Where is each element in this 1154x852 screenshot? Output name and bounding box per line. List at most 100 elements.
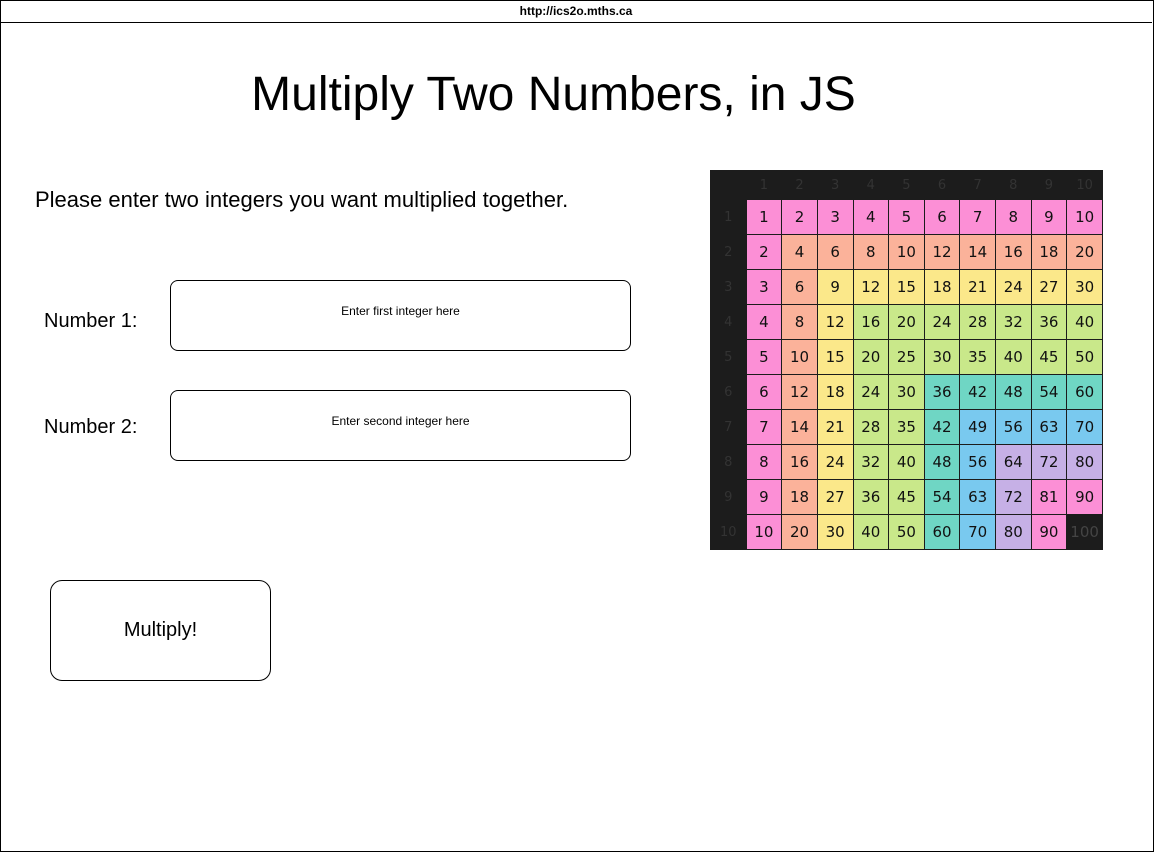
table-cell: 8 <box>852 234 890 271</box>
table-row: 1 1 2 3 4 5 6 7 8 9 10 <box>710 199 1103 236</box>
table-row: 4 4 8 12 16 20 24 28 32 36 40 <box>710 304 1103 341</box>
table-cell: 9 <box>816 269 854 306</box>
table-cell: 54 <box>1030 374 1068 411</box>
table-cell: 90 <box>1030 514 1068 550</box>
table-cell: 50 <box>888 514 925 550</box>
table-cell: 80 <box>1066 444 1103 481</box>
table-cell: 12 <box>781 374 818 411</box>
table-cell: 2 <box>781 199 818 236</box>
table-cell: 4 <box>745 304 783 341</box>
table-row-header: 8 <box>710 444 747 481</box>
table-cell: 54 <box>923 479 961 515</box>
table-cell: 4 <box>781 234 818 271</box>
table-cell: 27 <box>816 479 854 515</box>
table-cell: 40 <box>995 339 1032 376</box>
table-cell: 30 <box>923 339 961 376</box>
table-cell: 25 <box>888 339 925 376</box>
table-cell: 12 <box>923 234 961 271</box>
table-row-header: 3 <box>710 269 747 306</box>
table-column-header: 4 <box>852 170 890 201</box>
instructions-text: Please enter two integers you want multi… <box>35 187 569 212</box>
table-cell: 21 <box>816 409 854 446</box>
table-cell: 42 <box>959 374 996 411</box>
table-cell: 90 <box>1066 479 1103 515</box>
table-cell: 72 <box>995 479 1032 515</box>
table-row: 8 8 16 24 32 40 48 56 64 72 80 <box>710 444 1103 481</box>
table-cell: 24 <box>816 444 854 481</box>
table-cell: 40 <box>888 444 925 481</box>
url-bar[interactable]: http://ics2o.mths.ca <box>0 0 1152 23</box>
table-cell: 16 <box>995 234 1032 271</box>
table-cell: 36 <box>923 374 961 411</box>
table-cell: 60 <box>1066 374 1103 411</box>
table-cell: 32 <box>995 304 1032 341</box>
table-row: 9 9 18 27 36 45 54 63 72 81 90 <box>710 479 1103 515</box>
table-cell: 12 <box>816 304 854 341</box>
table-cell: 12 <box>852 269 890 306</box>
table-cell: 21 <box>959 269 996 306</box>
multiplication-table-image: 1 2 3 4 5 6 7 8 9 10 1 1 2 3 4 5 6 7 8 9 10 2 2 4 6 8 10 12 14 16 18 20… <box>710 170 1103 550</box>
table-row-header: 7 <box>710 409 747 446</box>
table-cell: 32 <box>852 444 890 481</box>
table-cell: 40 <box>852 514 890 550</box>
table-cell: 10 <box>1066 199 1103 236</box>
table-cell: 14 <box>959 234 996 271</box>
table-column-header: 8 <box>995 170 1032 201</box>
table-cell: 48 <box>923 444 961 481</box>
table-row-header: 1 <box>710 199 747 236</box>
table-cell: 50 <box>1066 339 1103 376</box>
table-cell: 6 <box>923 199 961 236</box>
table-row-header: 9 <box>710 479 747 515</box>
table-cell: 1 <box>745 199 783 236</box>
table-cell: 48 <box>995 374 1032 411</box>
table-cell: 18 <box>816 374 854 411</box>
table-cell: 10 <box>781 339 818 376</box>
table-column-header: 9 <box>1030 170 1068 201</box>
multiplication-table: 1 2 3 4 5 6 7 8 9 10 1 1 2 3 4 5 6 7 8 9 10 2 2 4 6 8 10 12 14 16 18 20… <box>710 170 1103 550</box>
table-row-header: 5 <box>710 339 747 376</box>
number2-label: Number 2: <box>44 416 138 438</box>
table-cell: 56 <box>959 444 996 481</box>
table-cell: 4 <box>852 199 890 236</box>
table-cell: 35 <box>888 409 925 446</box>
table-row: 6 6 12 18 24 30 36 42 48 54 60 <box>710 374 1103 411</box>
table-row-header: 6 <box>710 374 747 411</box>
table-cell: 3 <box>745 269 783 306</box>
table-cell: 24 <box>995 269 1032 306</box>
multiply-button[interactable]: Multiply! <box>50 580 271 681</box>
table-row-header: 2 <box>710 234 747 271</box>
table-column-header: 2 <box>781 170 818 201</box>
table-column-header: 7 <box>959 170 996 201</box>
table-cell: 100 <box>1066 514 1103 550</box>
table-cell: 27 <box>1030 269 1068 306</box>
table-cell: 16 <box>852 304 890 341</box>
number2-input[interactable] <box>170 390 631 461</box>
table-cell: 10 <box>888 234 925 271</box>
table-cell: 7 <box>959 199 996 236</box>
table-cell: 40 <box>1066 304 1103 341</box>
table-cell: 8 <box>781 304 818 341</box>
table-cell: 18 <box>923 269 961 306</box>
table-cell: 20 <box>888 304 925 341</box>
table-cell: 63 <box>1030 409 1068 446</box>
table-cell: 36 <box>1030 304 1068 341</box>
table-cell: 80 <box>995 514 1032 550</box>
table-cell: 45 <box>1030 339 1068 376</box>
table-column-header: 3 <box>816 170 854 201</box>
table-corner <box>710 170 747 201</box>
table-cell: 35 <box>959 339 996 376</box>
table-cell: 3 <box>816 199 854 236</box>
number1-input[interactable] <box>170 280 631 351</box>
table-row: 3 3 6 9 12 15 18 21 24 27 30 <box>710 269 1103 306</box>
table-cell: 28 <box>959 304 996 341</box>
table-cell: 8 <box>995 199 1032 236</box>
table-row: 2 2 4 6 8 10 12 14 16 18 20 <box>710 234 1103 271</box>
table-row-header: 4 <box>710 304 747 341</box>
table-cell: 70 <box>959 514 996 550</box>
table-cell: 45 <box>888 479 925 515</box>
table-cell: 20 <box>1066 234 1103 271</box>
table-cell: 70 <box>1066 409 1103 446</box>
table-cell: 16 <box>781 444 818 481</box>
table-cell: 2 <box>745 234 783 271</box>
table-cell: 6 <box>816 234 854 271</box>
